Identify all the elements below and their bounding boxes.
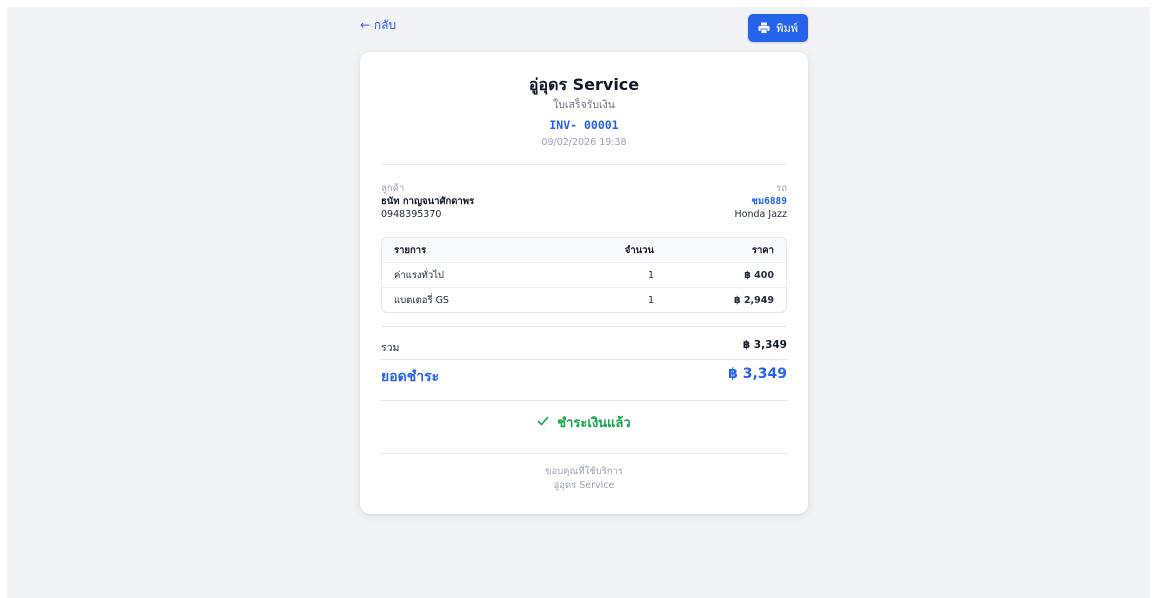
vehicle-model: Honda Jazz [734,209,787,220]
header-item: รายการ [394,244,427,256]
divider [381,400,787,401]
footer-shop-name: อู่อุดร Service [553,480,615,491]
row-item: ค่าแรงทั่วไป [394,269,444,281]
total-row: ยอดชำระ ฿ 3,349 [381,366,787,388]
header-price: ราคา [751,244,774,256]
divider [381,164,787,165]
payment-status: ชำระเงินแล้ว [381,412,787,433]
row-qty: 1 [647,269,654,281]
row-item: แบตเตอรี่ GS [394,294,449,306]
vehicle-label: รถ [776,183,787,194]
invoice-datetime: 09/02/2026 19:38 [541,137,627,148]
divider [381,453,787,454]
total-label: ยอดชำระ [381,369,440,385]
header-qty: จำนวน [624,244,654,256]
printer-icon [758,22,770,34]
receipt-card: อู่อุดร Service ใบเสร็จรับเงิน INV- 0000… [360,52,808,514]
row-price: ฿ 400 [744,269,774,281]
document-type: ใบเสร็จรับเงิน [553,99,615,111]
back-link[interactable]: ← กลับ [360,16,396,35]
payment-status-label: ชำระเงินแล้ว [557,416,631,431]
customer-name: ธนัท กาญจนาศักดาพร [381,196,475,207]
thanks-text: ขอบคุณที่ใช้บริการ [544,466,624,477]
vehicle-info: รถ ชม6889 Honda Jazz [735,182,787,221]
print-button-label: พิมพ์ [776,22,798,35]
divider [381,326,787,327]
table-row: ค่าแรงทั่วไป 1 ฿ 400 [382,262,786,287]
print-button[interactable]: พิมพ์ [748,14,808,42]
shop-name: อู่อุดร Service [528,75,640,94]
top-bar: ← กลับ พิมพ์ [360,14,808,44]
check-icon [537,415,549,430]
receipt-footer: ขอบคุณที่ใช้บริการ อู่อุดร Service [381,465,787,493]
customer-label: ลูกค้า [381,183,405,194]
total-value: ฿ 3,349 [728,366,787,382]
customer-phone: 0948395370 [381,209,442,220]
table-row: แบตเตอรี่ GS 1 ฿ 2,949 [382,287,786,312]
subtotal-row: รวม ฿ 3,349 [381,339,787,356]
items-table: รายการ จำนวน ราคา ค่าแรงทั่วไป 1 ฿ 400 แ… [381,237,787,313]
subtotal-label: รวม [381,342,400,354]
row-price: ฿ 2,949 [734,294,774,306]
divider [381,359,787,360]
table-header: รายการ จำนวน ราคา [382,238,786,262]
customer-info: ลูกค้า ธนัท กาญจนาศักดาพร 0948395370 [381,182,474,221]
row-qty: 1 [647,294,654,306]
invoice-number: INV- 00001 [549,118,619,132]
subtotal-value: ฿ 3,349 [742,339,787,351]
vehicle-plate: ชม6889 [751,196,787,207]
